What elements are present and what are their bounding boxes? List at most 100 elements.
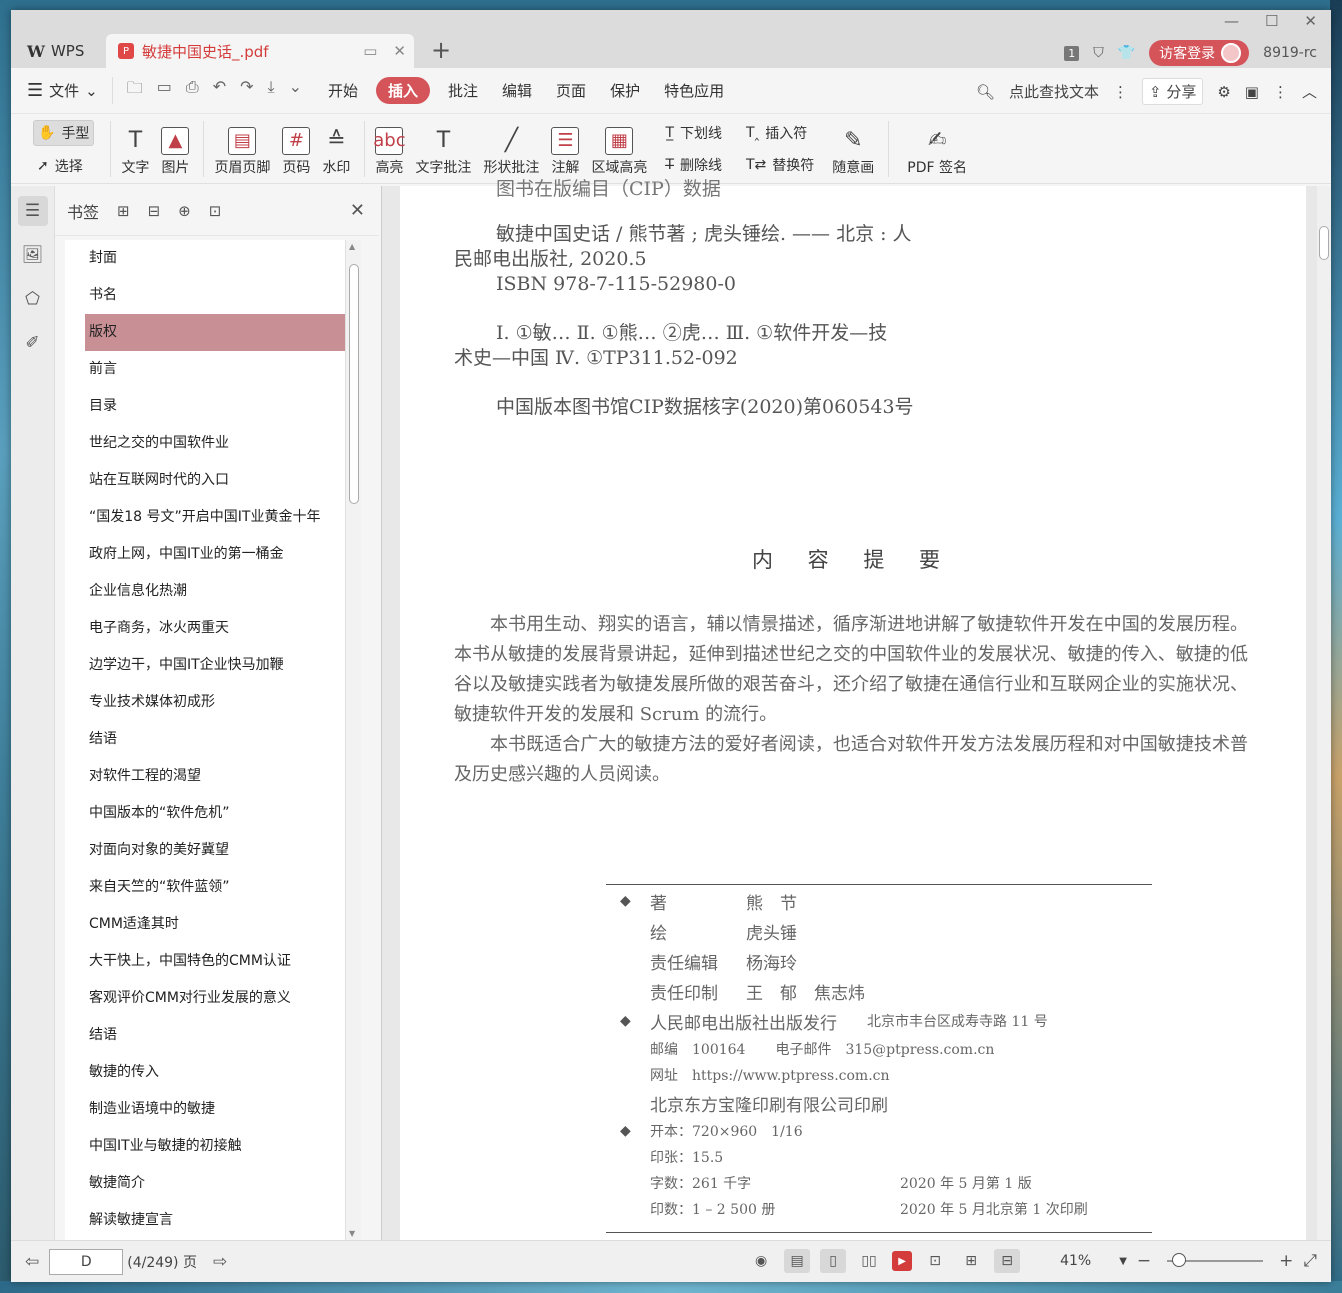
bookmark-list-icon[interactable]: ☰ xyxy=(17,196,48,226)
page-number-button[interactable]: # 页码 xyxy=(276,121,316,177)
menu-insert[interactable]: 插入 xyxy=(376,77,431,104)
watermark-button[interactable]: ≙ 水印 xyxy=(316,121,356,177)
more-chevron-icon[interactable]: ⌄ xyxy=(289,77,302,104)
file-menu[interactable]: ☰ 文件 ⌄ xyxy=(27,80,106,101)
collapse-ribbon-icon[interactable]: ︿ xyxy=(1302,81,1317,102)
shirt-icon[interactable]: 👕 xyxy=(1118,45,1135,61)
chat-icon[interactable]: ▣ xyxy=(1245,83,1259,101)
hand-tool-button[interactable]: ✋ 手型 xyxy=(33,119,95,146)
fit-width-icon[interactable]: ⊟ xyxy=(994,1249,1021,1273)
undo-icon[interactable]: ↶ xyxy=(213,77,226,104)
fullscreen-icon[interactable]: ⤢ xyxy=(1303,1251,1317,1271)
scroll-up-icon[interactable]: ▲ xyxy=(349,242,355,251)
menu-page[interactable]: 页面 xyxy=(544,80,598,101)
actual-size-icon[interactable]: ⊡ xyxy=(922,1249,948,1273)
close-window-icon[interactable]: ✕ xyxy=(1304,12,1317,30)
bookmark-item[interactable]: 前言 xyxy=(65,351,361,388)
bookmark-item[interactable]: 版权 xyxy=(85,314,359,351)
bookmark-item[interactable]: 对软件工程的渴望 xyxy=(65,758,361,795)
pdf-sign-button[interactable]: ✍ PDF 签名 xyxy=(893,121,973,177)
next-page-icon[interactable]: ⇨ xyxy=(213,1252,227,1272)
search-text-label[interactable]: 点此查找文本 xyxy=(1009,81,1099,102)
login-button[interactable]: 访客登录 xyxy=(1149,40,1250,66)
bookmark-item[interactable]: 客观评价CMM对行业发展的意义 xyxy=(65,980,361,1017)
wps-home-tab[interactable]: W WPS xyxy=(15,36,105,66)
menu-protect[interactable]: 保护 xyxy=(598,80,652,101)
settings-gear-icon[interactable]: ⚙ xyxy=(1217,83,1230,101)
zoom-level[interactable]: 41% xyxy=(1060,1253,1091,1269)
bookmark-scroll-thumb[interactable] xyxy=(349,264,359,504)
collapse-all-icon[interactable]: ⊟ xyxy=(148,202,161,220)
text-comment-button[interactable]: T 文字批注 xyxy=(409,121,477,177)
bookmark-item[interactable]: 政府上网，中国IT业的第一桶金 xyxy=(65,536,361,573)
document-tab[interactable]: P 敏捷中国史话_.pdf ▭ ✕ xyxy=(106,34,414,68)
tab-pin-icon[interactable]: ▭ xyxy=(363,42,377,60)
bookmark-item[interactable]: 敏捷简介 xyxy=(65,1165,361,1202)
play-icon[interactable]: ▶ xyxy=(892,1251,913,1271)
export-icon[interactable]: ⤓ xyxy=(268,77,275,104)
add-bookmark-icon[interactable]: ⊕ xyxy=(178,202,191,220)
highlight-button[interactable]: abc 高亮 xyxy=(369,121,409,177)
insert-image-button[interactable]: ▲ 图片 xyxy=(155,121,195,177)
skin-icon[interactable]: ⛉ xyxy=(1093,45,1104,61)
zoom-out-icon[interactable]: − xyxy=(1137,1251,1151,1271)
header-footer-button[interactable]: ▤ 页眉页脚 xyxy=(208,121,276,177)
expand-all-icon[interactable]: ⊞ xyxy=(117,202,130,220)
save-icon[interactable]: ▭ xyxy=(157,77,172,104)
window-count-badge[interactable]: 1 xyxy=(1064,45,1080,61)
bookmark-item[interactable]: 大干快上，中国特色的CMM认证 xyxy=(65,943,361,980)
bookmark-item[interactable]: CMM适逢其时 xyxy=(65,906,361,943)
single-page-icon[interactable]: ▯ xyxy=(820,1249,847,1273)
new-tab-icon[interactable]: + xyxy=(431,36,451,64)
bookmark-item[interactable]: 站在互联网时代的入口 xyxy=(65,462,361,499)
annotation-button[interactable]: ☰ 注解 xyxy=(545,121,585,177)
minimize-icon[interactable]: — xyxy=(1224,12,1239,30)
menu-start[interactable]: 开始 xyxy=(316,80,370,101)
bookmark-item[interactable]: 书名 xyxy=(65,277,361,314)
zoom-dropdown-icon[interactable]: ▼ xyxy=(1119,1256,1127,1267)
fit-page-icon[interactable]: ⊞ xyxy=(958,1249,984,1273)
zoom-in-icon[interactable]: + xyxy=(1279,1251,1293,1271)
bookmark-item[interactable]: 结语 xyxy=(65,1017,361,1054)
maximize-icon[interactable]: ☐ xyxy=(1265,12,1278,30)
bookmark-item[interactable]: “国发18 号文”开启中国IT业黄金十年 xyxy=(65,499,361,536)
underline-button[interactable]: T̲ 下划线 xyxy=(661,121,726,145)
area-highlight-button[interactable]: ▦ 区域高亮 xyxy=(585,121,653,177)
bookmark-item[interactable]: 来自天竺的“软件蓝领” xyxy=(65,869,361,906)
bookmark-item[interactable]: 世纪之交的中国软件业 xyxy=(65,425,361,462)
continuous-view-icon[interactable]: ▤ xyxy=(784,1249,811,1273)
prev-page-icon[interactable]: ⇦ xyxy=(25,1252,39,1272)
bookmark-item[interactable]: 边学边干，中国IT企业快马加鞭 xyxy=(65,647,361,684)
menu-edit[interactable]: 编辑 xyxy=(490,80,544,101)
page-number-input[interactable]: D xyxy=(49,1248,124,1275)
open-folder-icon[interactable]: 🗀 xyxy=(127,77,143,104)
eye-protect-icon[interactable]: ◉ xyxy=(748,1249,774,1273)
bookmark-item[interactable]: 中国版本的“软件危机” xyxy=(65,795,361,832)
bookmark-item[interactable]: 解读敏捷宣言 xyxy=(65,1202,361,1239)
bookmark-scrollbar[interactable]: ▲ ▼ xyxy=(345,240,361,1240)
shape-comment-button[interactable]: ╱ 形状批注 xyxy=(477,121,545,177)
strikethrough-button[interactable]: T̶ 删除线 xyxy=(661,153,726,177)
tab-close-icon[interactable]: ✕ xyxy=(393,42,406,60)
bookmark-item[interactable]: 封面 xyxy=(65,240,361,277)
zoom-slider[interactable] xyxy=(1167,1253,1264,1267)
document-scrollbar[interactable] xyxy=(1317,186,1331,1240)
menu-comment[interactable]: 批注 xyxy=(436,80,490,101)
bookmark-item[interactable]: 结语 xyxy=(65,721,361,758)
bookmark-item[interactable]: 敏捷的传入 xyxy=(65,1054,361,1091)
scroll-down-icon[interactable]: ▼ xyxy=(349,1229,355,1238)
freehand-button[interactable]: ✎ 随意画 xyxy=(826,121,880,177)
replace-char-button[interactable]: T⇄ 替换符 xyxy=(742,153,818,177)
insert-text-button[interactable]: T 文字 xyxy=(115,121,155,177)
thumbnail-icon[interactable]: 🖼︎ xyxy=(18,240,48,270)
zoom-slider-knob[interactable] xyxy=(1171,1253,1186,1267)
share-button[interactable]: ⇪ 分享 xyxy=(1141,78,1204,105)
bookmark-settings-icon[interactable]: ⊡ xyxy=(209,202,222,220)
bookmark-item[interactable]: 制造业语境中的敏捷 xyxy=(65,1091,361,1128)
bookmark-item[interactable]: 对面向对象的美好冀望 xyxy=(65,832,361,869)
select-tool-button[interactable]: ➚ 选择 xyxy=(33,154,94,178)
redo-icon[interactable]: ↷ xyxy=(240,77,253,104)
search-more-icon[interactable]: ⋮ xyxy=(1113,83,1128,101)
bookmark-item[interactable]: 电子商务，冰火两重天 xyxy=(65,610,361,647)
bookmark-item[interactable]: 企业信息化热潮 xyxy=(65,573,361,610)
